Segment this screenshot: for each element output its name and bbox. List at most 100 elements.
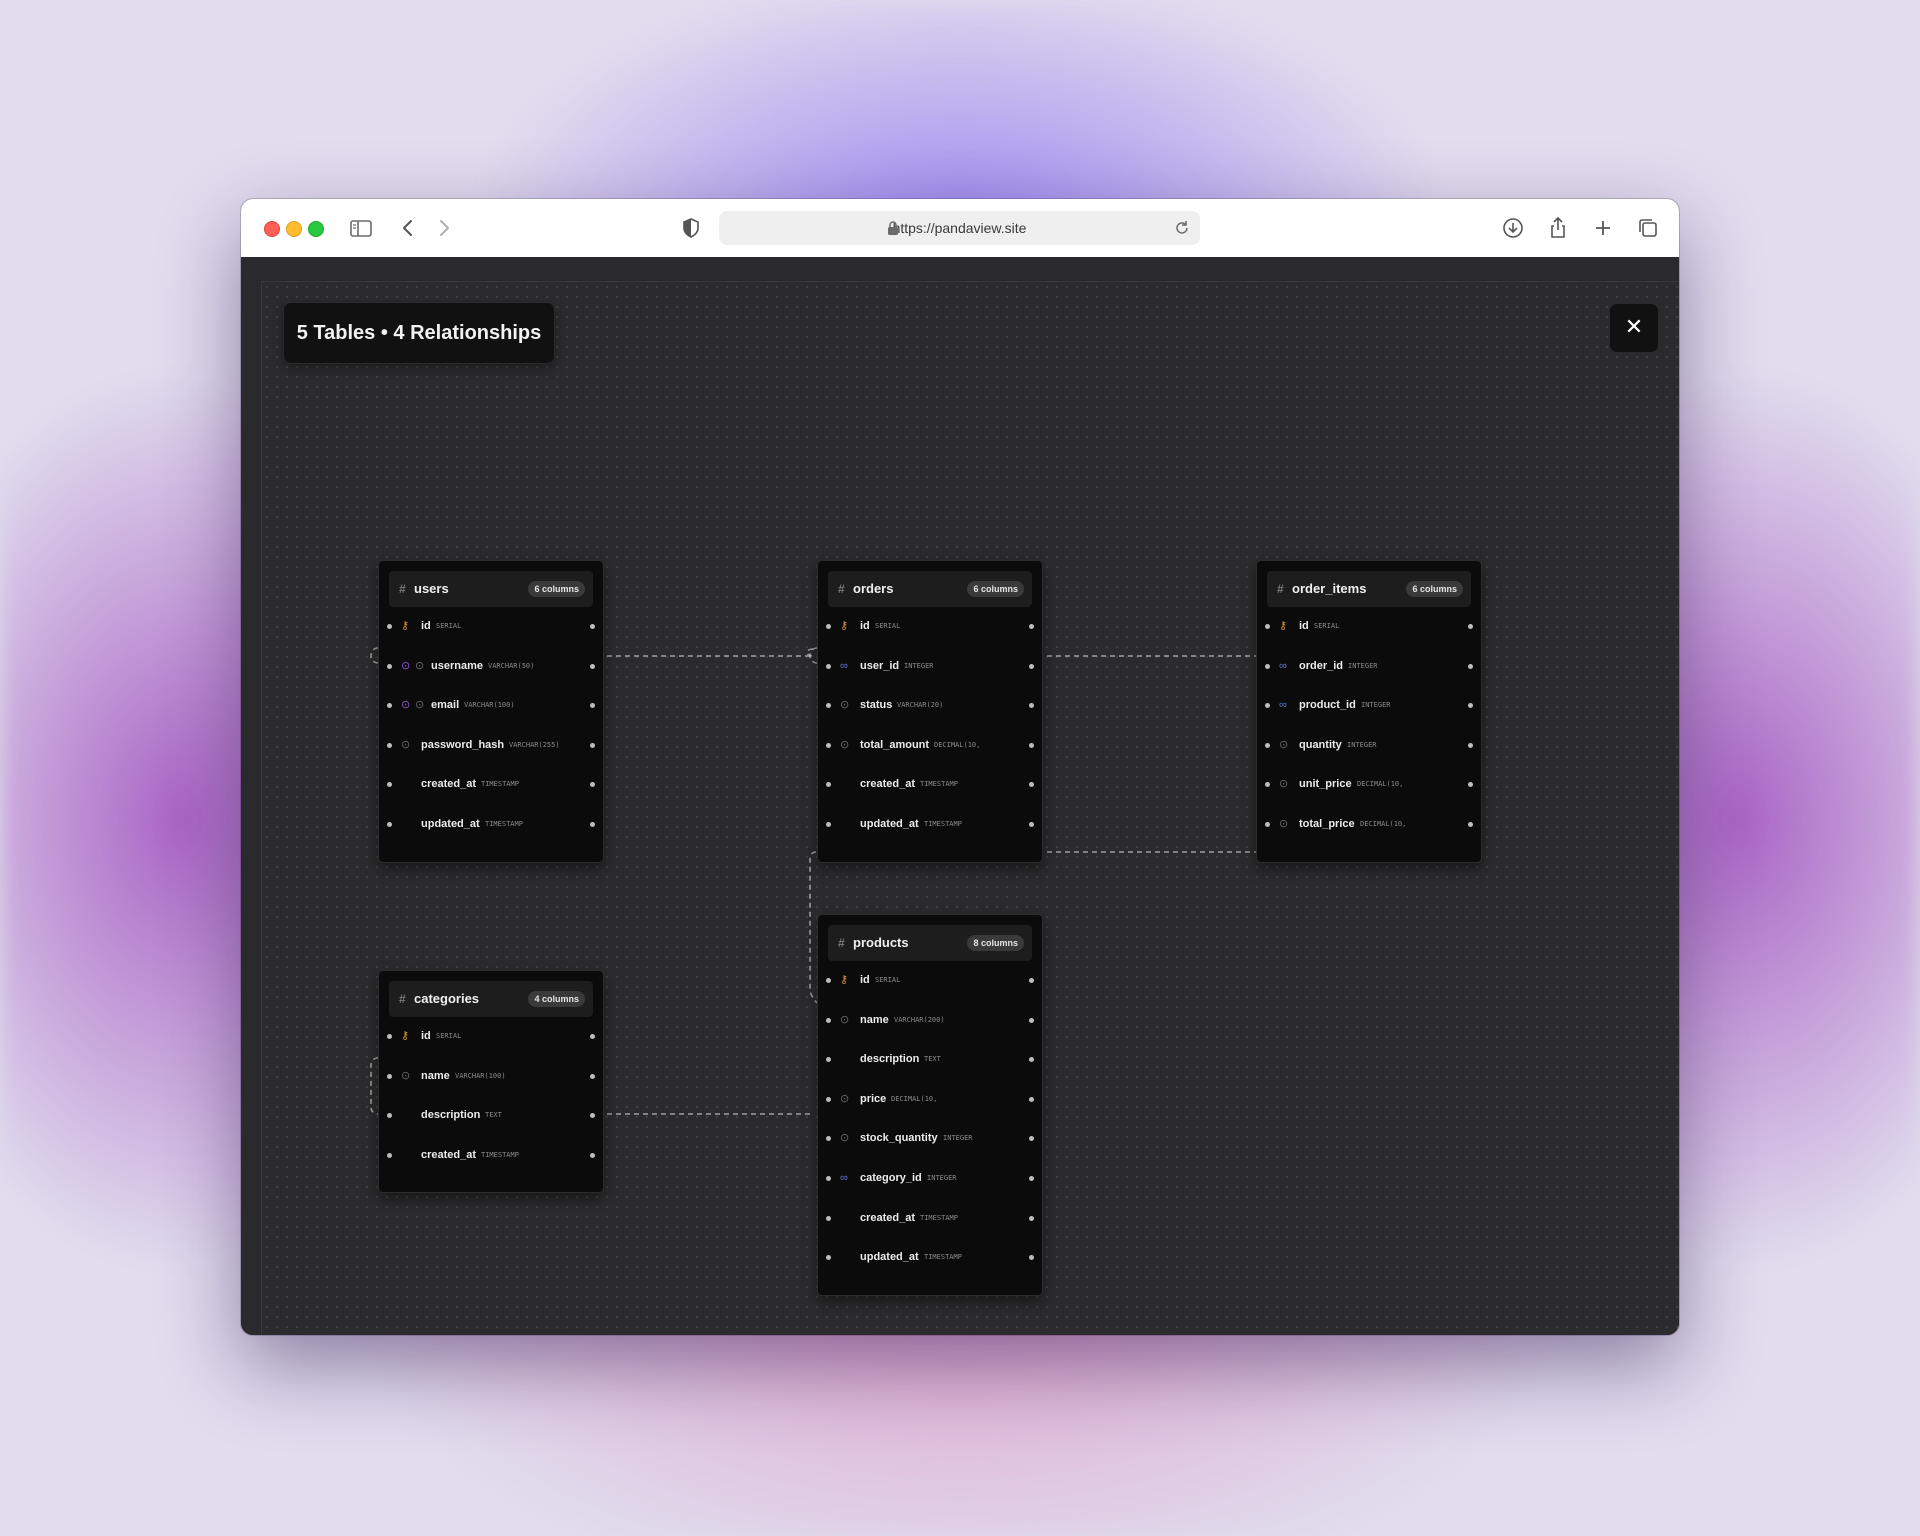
connection-handle-left[interactable] bbox=[826, 1136, 831, 1142]
connection-handle-left[interactable] bbox=[1265, 624, 1270, 629]
table-products[interactable]: # products 8 columns ⚷ id SERIAL ⊙ name VARCHAR(… bbox=[817, 914, 1043, 1296]
connection-handle-right[interactable] bbox=[590, 1073, 595, 1079]
connection-handle-right[interactable] bbox=[1029, 782, 1034, 788]
connection-handle-left[interactable] bbox=[1265, 703, 1270, 709]
connection-handle-left[interactable] bbox=[387, 703, 392, 709]
column-row[interactable]: updated_at TIMESTAMP bbox=[818, 812, 1042, 836]
column-row[interactable]: ⊙ name VARCHAR(100) bbox=[379, 1064, 603, 1088]
connection-handle-left[interactable] bbox=[826, 1255, 831, 1261]
connection-handle-right[interactable] bbox=[1468, 663, 1473, 669]
column-row[interactable]: created_at TIMESTAMP bbox=[818, 1206, 1042, 1230]
table-header[interactable]: # categories 4 columns bbox=[389, 981, 593, 1017]
connection-handle-left[interactable] bbox=[1265, 822, 1270, 827]
new-tab-icon[interactable] bbox=[1590, 215, 1616, 241]
table-header[interactable]: # users 6 columns bbox=[389, 571, 593, 607]
column-row[interactable]: ⊙ name VARCHAR(200) bbox=[818, 1008, 1042, 1032]
connection-handle-right[interactable] bbox=[590, 624, 595, 629]
share-icon[interactable] bbox=[1545, 215, 1571, 241]
connection-handle-left[interactable] bbox=[826, 1057, 831, 1063]
connection-handle-left[interactable] bbox=[826, 624, 831, 629]
connection-handle-right[interactable] bbox=[590, 1152, 595, 1158]
table-header[interactable]: # products 8 columns bbox=[828, 925, 1032, 961]
connection-handle-right[interactable] bbox=[590, 822, 595, 827]
address-bar[interactable]: https://pandaview.site bbox=[719, 211, 1200, 245]
connection-handle-left[interactable] bbox=[826, 703, 831, 709]
connection-handle-left[interactable] bbox=[826, 822, 831, 827]
connection-handle-left[interactable] bbox=[387, 822, 392, 827]
column-row[interactable]: created_at TIMESTAMP bbox=[379, 1143, 603, 1167]
connection-handle-right[interactable] bbox=[1029, 1255, 1034, 1261]
column-row[interactable]: created_at TIMESTAMP bbox=[379, 772, 603, 796]
column-row[interactable]: ⊙ total_amount DECIMAL(10, bbox=[818, 733, 1042, 757]
connection-handle-right[interactable] bbox=[1029, 822, 1034, 827]
shield-icon[interactable] bbox=[678, 215, 704, 241]
connection-handle-right[interactable] bbox=[590, 782, 595, 788]
connection-handle-left[interactable] bbox=[1265, 663, 1270, 669]
column-row[interactable]: ⚷ id SERIAL bbox=[1257, 614, 1481, 638]
connection-handle-right[interactable] bbox=[590, 663, 595, 669]
connection-handle-right[interactable] bbox=[1029, 663, 1034, 669]
column-row[interactable]: ⊙ ⊙ email VARCHAR(100) bbox=[379, 693, 603, 717]
close-window-button[interactable] bbox=[264, 221, 280, 237]
connection-handle-left[interactable] bbox=[1265, 782, 1270, 788]
connection-handle-right[interactable] bbox=[1468, 624, 1473, 629]
connection-handle-right[interactable] bbox=[1029, 978, 1034, 983]
table-order_items[interactable]: # order_items 6 columns ⚷ id SERIAL ∞ order_id I… bbox=[1256, 560, 1482, 863]
column-row[interactable]: ∞ user_id INTEGER bbox=[818, 654, 1042, 678]
connection-handle-right[interactable] bbox=[1029, 1215, 1034, 1221]
column-row[interactable]: ⊙ status VARCHAR(20) bbox=[818, 693, 1042, 717]
close-diagram-button[interactable]: ✕ bbox=[1609, 303, 1659, 353]
connection-handle-left[interactable] bbox=[826, 663, 831, 669]
connection-handle-left[interactable] bbox=[826, 978, 831, 983]
connection-handle-left[interactable] bbox=[826, 742, 831, 748]
connection-handle-left[interactable] bbox=[826, 1017, 831, 1023]
connection-handle-left[interactable] bbox=[826, 782, 831, 788]
connection-handle-right[interactable] bbox=[590, 1034, 595, 1039]
column-row[interactable]: ⊙ unit_price DECIMAL(10, bbox=[1257, 772, 1481, 796]
connection-handle-right[interactable] bbox=[590, 703, 595, 709]
column-row[interactable]: ⊙ price DECIMAL(10, bbox=[818, 1087, 1042, 1111]
column-row[interactable]: updated_at TIMESTAMP bbox=[818, 1245, 1042, 1269]
column-row[interactable]: ⚷ id SERIAL bbox=[379, 1024, 603, 1048]
connection-handle-right[interactable] bbox=[1029, 1136, 1034, 1142]
connection-handle-left[interactable] bbox=[387, 1113, 392, 1119]
zoom-window-button[interactable] bbox=[308, 221, 324, 237]
column-row[interactable]: ∞ category_id INTEGER bbox=[818, 1166, 1042, 1190]
column-row[interactable]: updated_at TIMESTAMP bbox=[379, 812, 603, 836]
table-categories[interactable]: # categories 4 columns ⚷ id SERIAL ⊙ name VARCHA… bbox=[378, 970, 604, 1194]
connection-handle-right[interactable] bbox=[1029, 742, 1034, 748]
connection-handle-right[interactable] bbox=[590, 742, 595, 748]
column-row[interactable]: ⊙ quantity INTEGER bbox=[1257, 733, 1481, 757]
connection-handle-right[interactable] bbox=[1029, 1017, 1034, 1023]
column-row[interactable]: description TEXT bbox=[379, 1103, 603, 1127]
table-orders[interactable]: # orders 6 columns ⚷ id SERIAL ∞ user_id INTEGER… bbox=[817, 560, 1043, 863]
column-row[interactable]: ∞ order_id INTEGER bbox=[1257, 654, 1481, 678]
connection-handle-right[interactable] bbox=[1029, 624, 1034, 629]
connection-handle-right[interactable] bbox=[1029, 703, 1034, 709]
minimize-window-button[interactable] bbox=[286, 221, 302, 237]
download-icon[interactable] bbox=[1500, 215, 1526, 241]
connection-handle-left[interactable] bbox=[387, 1073, 392, 1079]
column-row[interactable]: ⚷ id SERIAL bbox=[818, 614, 1042, 638]
connection-handle-left[interactable] bbox=[387, 663, 392, 669]
column-row[interactable]: ⊙ total_price DECIMAL(10, bbox=[1257, 812, 1481, 836]
back-icon[interactable] bbox=[395, 215, 421, 241]
tabs-overview-icon[interactable] bbox=[1635, 215, 1661, 241]
connection-handle-left[interactable] bbox=[826, 1096, 831, 1102]
reload-icon[interactable] bbox=[1173, 219, 1191, 237]
connection-handle-right[interactable] bbox=[1029, 1096, 1034, 1102]
table-header[interactable]: # order_items 6 columns bbox=[1267, 571, 1471, 607]
column-row[interactable]: ⊙ password_hash VARCHAR(255) bbox=[379, 733, 603, 757]
connection-handle-right[interactable] bbox=[1468, 742, 1473, 748]
column-row[interactable]: ⊙ stock_quantity INTEGER bbox=[818, 1126, 1042, 1150]
connection-handle-left[interactable] bbox=[387, 1034, 392, 1039]
connection-handle-right[interactable] bbox=[1468, 782, 1473, 788]
forward-icon[interactable] bbox=[431, 215, 457, 241]
connection-handle-left[interactable] bbox=[826, 1215, 831, 1221]
connection-handle-left[interactable] bbox=[1265, 742, 1270, 748]
connection-handle-right[interactable] bbox=[1468, 703, 1473, 709]
connection-handle-right[interactable] bbox=[1029, 1057, 1034, 1063]
connection-handle-right[interactable] bbox=[1468, 822, 1473, 827]
table-header[interactable]: # orders 6 columns bbox=[828, 571, 1032, 607]
table-users[interactable]: # users 6 columns ⚷ id SERIAL ⊙ ⊙ username VARCHA… bbox=[378, 560, 604, 863]
